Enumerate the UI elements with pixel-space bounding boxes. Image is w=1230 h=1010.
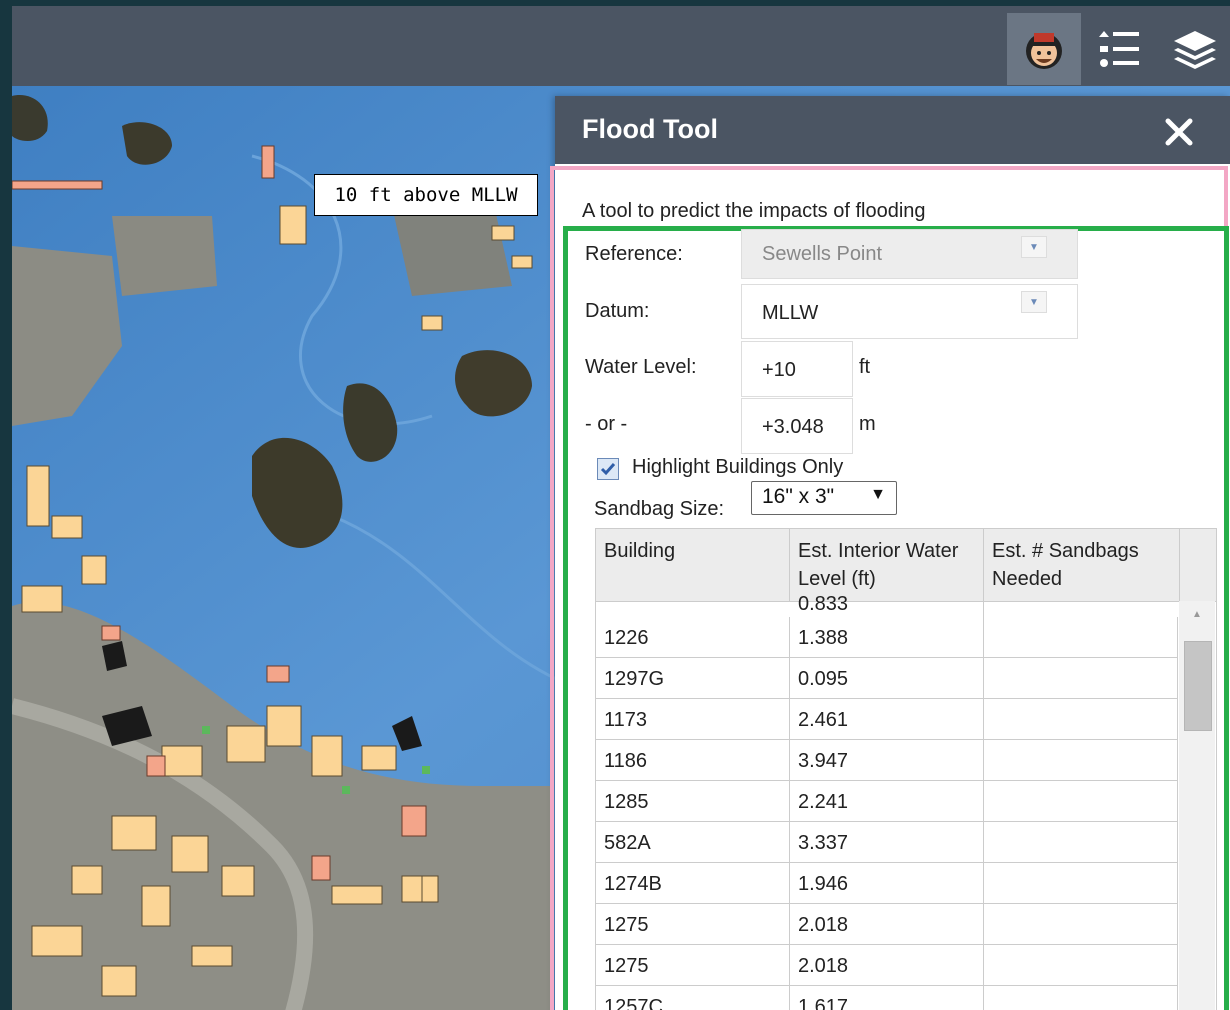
or-label: - or - bbox=[585, 413, 628, 435]
cell-water-level: 3.337 bbox=[790, 822, 984, 863]
cell-building: 1285 bbox=[596, 781, 790, 822]
avatar-button[interactable] bbox=[1007, 13, 1081, 85]
table-row[interactable]: 1275 2.018 bbox=[596, 904, 1178, 945]
table-row[interactable]: 1186 3.947 bbox=[596, 740, 1178, 781]
sandbag-size-value: 16" x 3" bbox=[762, 485, 835, 508]
reference-label: Reference: bbox=[585, 243, 683, 265]
cell-water-level: 1.617 bbox=[790, 986, 984, 1010]
cell-water-level: 3.947 bbox=[790, 740, 984, 781]
water-level-ft-value: +10 bbox=[762, 359, 796, 381]
table-scrollbar[interactable]: ▲ bbox=[1179, 601, 1215, 1010]
cell-building: 1257C bbox=[596, 986, 790, 1010]
cell-water-level: 1.946 bbox=[790, 863, 984, 904]
cell-building: 1297G bbox=[596, 658, 790, 699]
close-icon bbox=[1165, 118, 1193, 146]
cell-building: 1186 bbox=[596, 740, 790, 781]
cell-water-level: 2.461 bbox=[790, 699, 984, 740]
highlight-buildings-label: Highlight Buildings Only bbox=[632, 456, 844, 478]
table-row[interactable]: 1173 2.461 bbox=[596, 699, 1178, 740]
water-level-ft-input[interactable]: +10 bbox=[741, 341, 853, 397]
cell-building: 1275 bbox=[596, 904, 790, 945]
table-row[interactable]: 582A 3.337 bbox=[596, 822, 1178, 863]
cell-building: 1274B bbox=[596, 863, 790, 904]
datum-label: Datum: bbox=[585, 300, 650, 322]
reference-select[interactable]: Sewells Point ▼ bbox=[741, 229, 1078, 279]
cell-sandbags bbox=[984, 740, 1178, 781]
cell-water-level: 2.018 bbox=[790, 904, 984, 945]
cell-water-level: 2.241 bbox=[790, 781, 984, 822]
table-row[interactable]: 1285 2.241 bbox=[596, 781, 1178, 822]
flood-tool-panel: Flood Tool A tool to predict the impacts… bbox=[550, 96, 1230, 1010]
water-level-m-input[interactable]: +3.048 bbox=[741, 398, 853, 454]
table-row[interactable]: 1297G 0.095 bbox=[596, 658, 1178, 699]
scroll-up-icon[interactable]: ▲ bbox=[1179, 609, 1215, 625]
reference-value: Sewells Point bbox=[762, 243, 883, 265]
checkmark-icon bbox=[600, 463, 616, 476]
table-row[interactable]: 1275 2.018 bbox=[596, 945, 1178, 986]
chevron-down-icon: ▼ bbox=[1021, 236, 1047, 258]
cell-sandbags bbox=[984, 617, 1178, 658]
cell-building: 1226 bbox=[596, 617, 790, 658]
table-row[interactable]: 1257C 1.617 bbox=[596, 986, 1178, 1010]
cell-building: 1275 bbox=[596, 945, 790, 986]
unit-m: m bbox=[859, 413, 876, 435]
cell-sandbags bbox=[984, 699, 1178, 740]
top-toolbar bbox=[12, 6, 1230, 86]
sandbag-size-select[interactable]: 16" x 3" ▼ bbox=[751, 481, 897, 515]
panel-header: Flood Tool bbox=[555, 96, 1230, 164]
layers-button[interactable] bbox=[1158, 13, 1230, 85]
cell-sandbags bbox=[984, 904, 1178, 945]
cell-sandbags bbox=[984, 658, 1178, 699]
legend-icon bbox=[1099, 31, 1139, 67]
table-row[interactable]: 1274B 1.946 bbox=[596, 863, 1178, 904]
unit-ft: ft bbox=[859, 356, 871, 378]
table-row[interactable]: 1226 1.388 bbox=[596, 617, 1178, 658]
sandbag-size-label: Sandbag Size: bbox=[594, 498, 725, 520]
scrollbar-thumb[interactable] bbox=[1184, 641, 1212, 731]
cell-building: 1173 bbox=[596, 699, 790, 740]
cell-sandbags bbox=[984, 945, 1178, 986]
cell-building: 582A bbox=[596, 822, 790, 863]
highlight-buildings-checkbox[interactable] bbox=[597, 458, 619, 480]
app-window: 10 ft above MLLW Flood Tool A tool to pr… bbox=[12, 6, 1230, 1010]
layers-icon bbox=[1174, 31, 1216, 69]
panel-description: A tool to predict the impacts of floodin… bbox=[582, 200, 926, 222]
water-level-m-value: +3.048 bbox=[762, 416, 824, 438]
cell-sandbags bbox=[984, 863, 1178, 904]
buildings-table: Building Est. Interior Water Level (ft) … bbox=[595, 528, 1217, 1010]
panel-title: Flood Tool bbox=[582, 114, 718, 144]
cell-water-level: 0.833 bbox=[790, 583, 984, 617]
chevron-down-icon: ▼ bbox=[870, 486, 886, 503]
legend-button[interactable] bbox=[1082, 13, 1156, 85]
chevron-down-icon: ▼ bbox=[1021, 291, 1047, 313]
cell-water-level: 2.018 bbox=[790, 945, 984, 986]
cell-sandbags bbox=[984, 822, 1178, 863]
close-button[interactable] bbox=[1159, 112, 1199, 152]
table-body: 1226 1.388 1297G 0.095 1173 2.461 1186 3.947… bbox=[596, 617, 1178, 1010]
cell-sandbags bbox=[984, 986, 1178, 1010]
datum-select[interactable]: MLLW ▼ bbox=[741, 284, 1078, 339]
water-level-map-label: 10 ft above MLLW bbox=[314, 174, 538, 216]
table-row[interactable]: 0.833 bbox=[596, 581, 1178, 617]
datum-value: MLLW bbox=[762, 302, 819, 324]
cell-water-level: 1.388 bbox=[790, 617, 984, 658]
cell-water-level: 0.095 bbox=[790, 658, 984, 699]
water-level-label: Water Level: bbox=[585, 356, 697, 378]
avatar-icon bbox=[1026, 33, 1062, 69]
cell-sandbags bbox=[984, 781, 1178, 822]
